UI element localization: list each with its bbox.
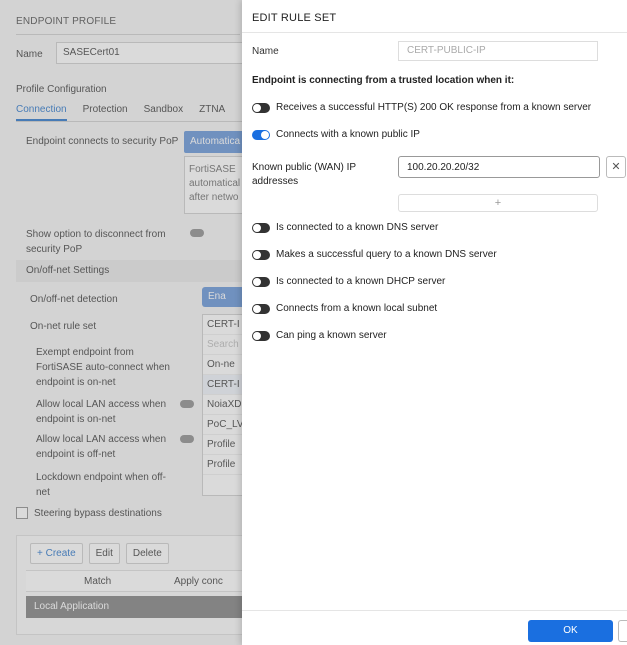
option-label: Can ping a known server [276, 330, 387, 341]
ok-button[interactable]: OK [528, 620, 613, 642]
option-dns-query[interactable]: Makes a successful query to a known DNS … [252, 249, 497, 260]
toggle-off-icon[interactable] [252, 330, 270, 341]
add-ip-button[interactable]: + [398, 194, 598, 212]
cancel-button[interactable] [618, 620, 627, 642]
toggle-off-icon[interactable] [252, 276, 270, 287]
toggle-off-icon[interactable] [252, 222, 270, 233]
option-dhcp-server[interactable]: Is connected to a known DHCP server [252, 276, 445, 287]
option-local-subnet[interactable]: Connects from a known local subnet [252, 303, 437, 314]
edit-rule-set-panel: EDIT RULE SET Name CERT-PUBLIC-IP Endpoi… [242, 0, 627, 645]
remove-ip-icon[interactable]: ✕ [606, 156, 626, 178]
toggle-off-icon[interactable] [252, 303, 270, 314]
trusted-location-heading: Endpoint is connecting from a trusted lo… [252, 75, 515, 86]
option-ping-server[interactable]: Can ping a known server [252, 330, 387, 341]
option-public-ip[interactable]: Connects with a known public IP [252, 129, 420, 140]
toggle-on-icon[interactable] [252, 129, 270, 140]
toggle-off-icon[interactable] [252, 249, 270, 260]
toggle-off-icon[interactable] [252, 102, 270, 113]
public-ip-label: Known public (WAN) IP addresses [252, 162, 356, 187]
option-http-response[interactable]: Receives a successful HTTP(S) 200 OK res… [252, 102, 591, 113]
option-label: Is connected to a known DHCP server [276, 276, 446, 287]
modal-overlay [0, 0, 242, 645]
option-label: Receives a successful HTTP(S) 200 OK res… [276, 102, 592, 113]
option-label: Is connected to a known DNS server [276, 222, 439, 233]
rule-name-input[interactable]: CERT-PUBLIC-IP [398, 41, 598, 61]
option-label: Connects with a known public IP [276, 129, 420, 140]
option-label: Connects from a known local subnet [276, 303, 438, 314]
public-ip-input[interactable]: 100.20.20.20/32 [398, 156, 600, 178]
footer-divider [242, 610, 627, 611]
rule-name-label: Name [252, 46, 279, 57]
modal-title-divider [242, 32, 627, 33]
option-dns-server[interactable]: Is connected to a known DNS server [252, 222, 438, 233]
modal-title: EDIT RULE SET [252, 12, 337, 24]
option-label: Makes a successful query to a known DNS … [276, 249, 497, 260]
